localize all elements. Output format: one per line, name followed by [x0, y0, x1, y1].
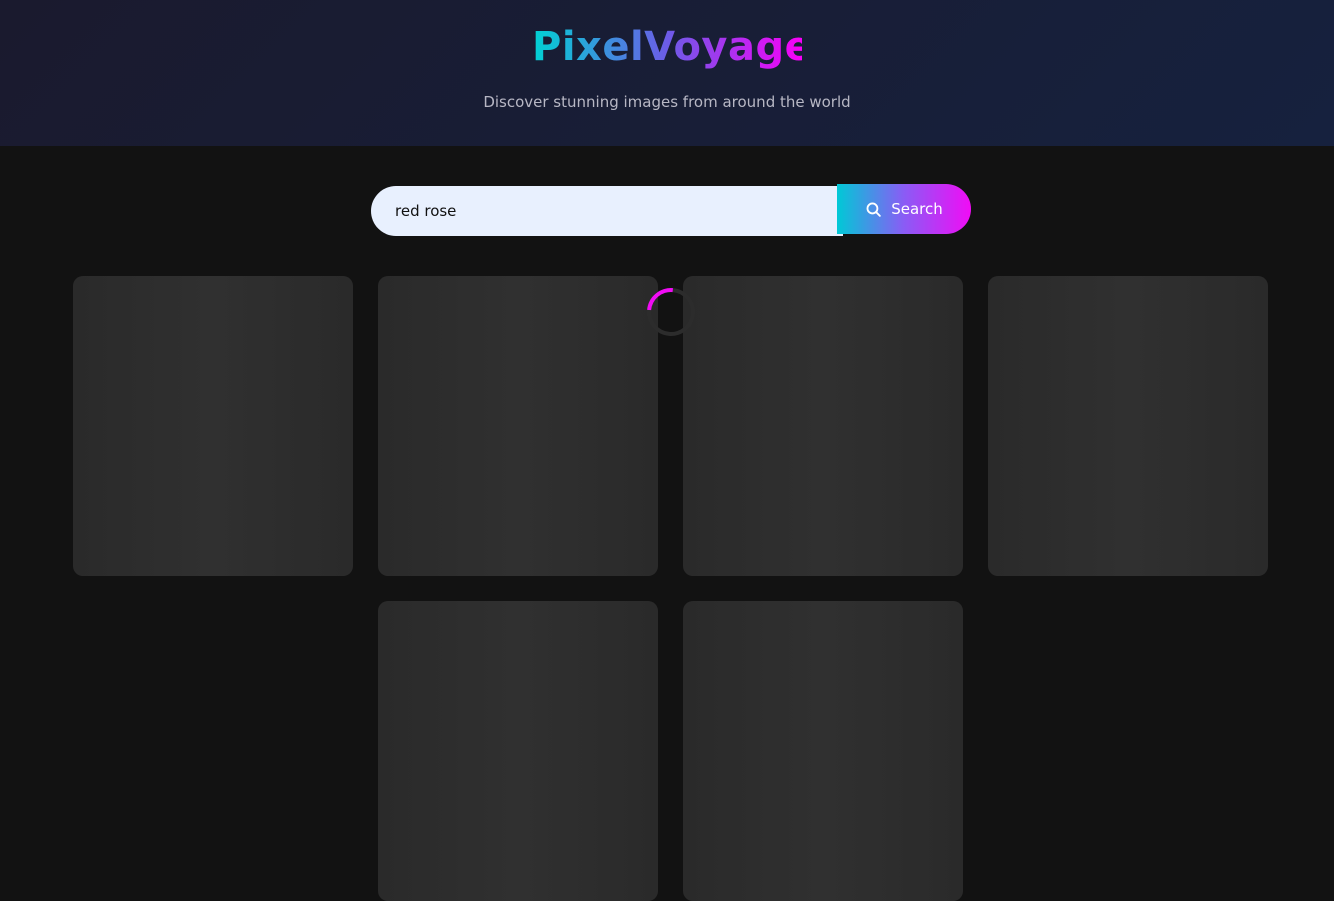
search-button[interactable]: Search: [837, 184, 971, 234]
site-logo[interactable]: PixelVoyage: [532, 24, 812, 70]
search-icon: [865, 201, 882, 218]
page-header: PixelVoyage Discover stunning images fro…: [0, 0, 1334, 146]
search-input[interactable]: [371, 186, 843, 236]
site-tagline: Discover stunning images from around the…: [483, 93, 851, 111]
image-card-placeholder[interactable]: [988, 276, 1268, 576]
search-button-label: Search: [891, 200, 943, 218]
search-form: Search: [371, 184, 971, 236]
image-card-placeholder[interactable]: [378, 276, 658, 576]
image-card-placeholder[interactable]: [73, 276, 353, 576]
image-card-placeholder[interactable]: [683, 276, 963, 576]
image-card-placeholder[interactable]: [378, 601, 658, 901]
image-card-placeholder[interactable]: [683, 601, 963, 901]
